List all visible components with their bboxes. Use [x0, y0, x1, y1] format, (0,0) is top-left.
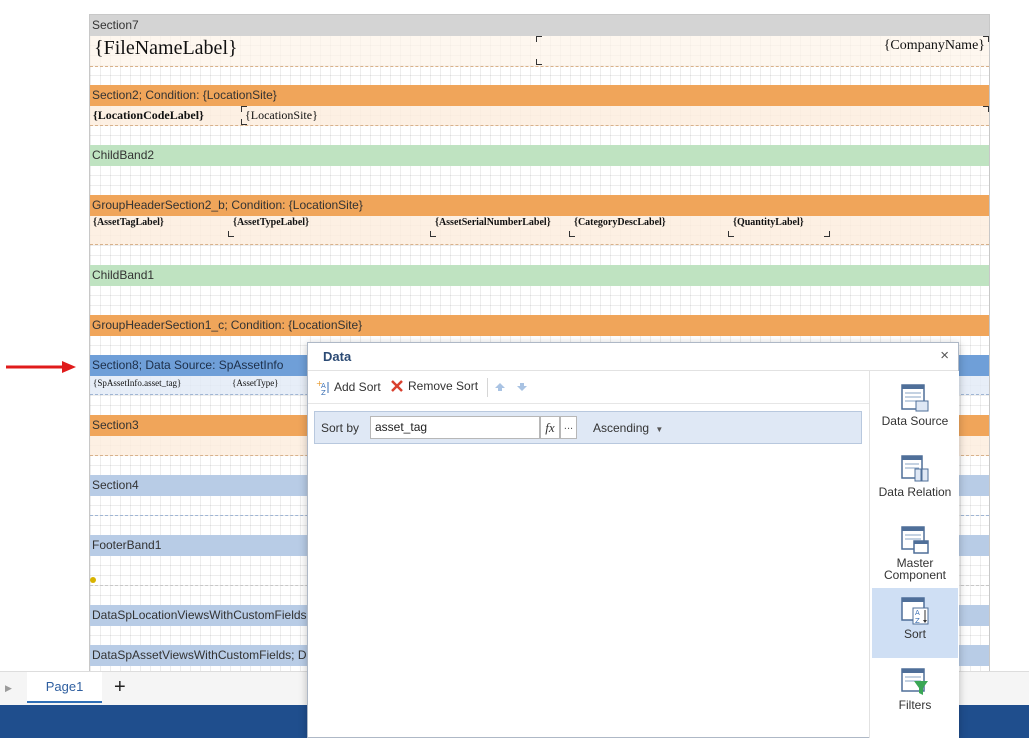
filters-icon [901, 668, 928, 695]
dialog-title: Data [323, 349, 352, 364]
svg-text:Z: Z [321, 389, 326, 395]
add-page-button[interactable]: + [114, 675, 126, 699]
section7-content[interactable]: {FileNameLabel} {CompanyName} [90, 36, 989, 67]
selection-tick [983, 36, 989, 42]
side-item-label: Filters [898, 698, 932, 712]
asset-type-label-field[interactable]: {AssetTypeLabel} [233, 217, 309, 228]
svg-text:A: A [915, 609, 920, 617]
selection-tick [728, 231, 734, 237]
sp-asset-tag-field[interactable]: {SpAssetInfo.asset_tag} [93, 378, 181, 388]
expression-button[interactable]: fx [540, 416, 560, 439]
sort-icon: A Z [901, 597, 929, 625]
category-desc-label-field[interactable]: {CategoryDescLabel} [574, 217, 666, 228]
sort-toolbar: + A Z Add Sort Remove Sort [308, 371, 869, 404]
sort-order-dropdown[interactable]: Ascending ▼ [593, 421, 663, 435]
selection-tick [430, 231, 436, 237]
selection-tick [536, 36, 542, 42]
close-icon[interactable]: × [940, 347, 949, 364]
sort-row: Sort by asset_tag fx ... Ascending ▼ [314, 411, 862, 444]
band-section7[interactable]: Section7 [90, 15, 989, 36]
side-item-label: Sort [903, 627, 926, 641]
add-sort-label: Add Sort [334, 380, 381, 394]
selection-tick [241, 106, 247, 112]
svg-text:Z: Z [915, 617, 920, 625]
selection-tick [569, 231, 575, 237]
master-component-icon [901, 526, 929, 554]
side-item-data-relation[interactable]: Data Relation [872, 446, 958, 516]
location-site-field[interactable]: {LocationSite} [245, 108, 318, 123]
tab-scroll-icon[interactable]: ▶ [5, 683, 12, 694]
tab-page1[interactable]: Page1 [27, 672, 102, 703]
band-groupheader1c[interactable]: GroupHeaderSection1_c; Condition: {Locat… [90, 315, 989, 336]
toolbar-divider [487, 378, 488, 397]
chevron-down-icon: ▼ [655, 425, 664, 434]
selection-tick [983, 106, 989, 112]
asset-tag-label-field[interactable]: {AssetTagLabel} [93, 217, 164, 228]
move-down-icon[interactable] [516, 382, 528, 392]
remove-icon [391, 380, 403, 392]
selection-tick [824, 231, 830, 237]
company-name-field[interactable]: {CompanyName} [884, 38, 985, 54]
selection-tick [536, 59, 542, 65]
remove-sort-button[interactable]: Remove Sort [390, 379, 478, 393]
sort-field-input[interactable]: asset_tag [370, 416, 540, 439]
side-item-label: Data Relation [878, 485, 952, 499]
dialog-header: Data × [308, 343, 958, 371]
dialog-side-panel: Data Source Data Relation Master Compone… [869, 371, 959, 738]
band-childband2[interactable]: ChildBand2 [90, 145, 989, 166]
add-sort-button[interactable]: + A Z Add Sort [316, 379, 381, 395]
add-sort-icon: + A Z [316, 379, 329, 395]
browse-button[interactable]: ... [560, 416, 577, 439]
side-item-filters[interactable]: Filters [872, 659, 958, 729]
side-item-sort[interactable]: A Z Sort [872, 588, 958, 658]
sp-asset-type-field[interactable]: {AssetType} [232, 378, 279, 388]
sort-order-label: Ascending [593, 421, 650, 435]
filename-field[interactable]: {FileNameLabel} [94, 37, 238, 60]
annotation-arrow-icon [6, 361, 76, 373]
band-childband1[interactable]: ChildBand1 [90, 265, 989, 286]
side-item-data-source[interactable]: Data Source [872, 375, 958, 445]
band-section2[interactable]: Section2; Condition: {LocationSite} [90, 85, 989, 106]
sort-by-label: Sort by [321, 421, 360, 435]
groupheader2b-content[interactable]: {AssetTagLabel} {AssetTypeLabel} {AssetS… [90, 216, 989, 245]
anchor-dot [90, 577, 96, 583]
data-dialog: Data × + A Z Add Sort Remove Sort Sort b… [307, 342, 959, 738]
remove-sort-label: Remove Sort [408, 379, 479, 393]
move-up-icon[interactable] [494, 382, 506, 392]
side-item-label: Data Source [881, 414, 949, 428]
section2-content[interactable]: {LocationCodeLabel} {LocationSite} [90, 106, 989, 126]
selection-tick [228, 231, 234, 237]
side-item-master-component[interactable]: Master Component [872, 517, 958, 587]
quantity-label-field[interactable]: {QuantityLabel} [733, 217, 804, 228]
asset-serial-label-field[interactable]: {AssetSerialNumberLabel} [435, 217, 551, 228]
location-code-field[interactable]: {LocationCodeLabel} [93, 108, 204, 123]
data-relation-icon [901, 455, 929, 482]
data-source-icon [901, 384, 929, 412]
side-item-label: Master Component [883, 556, 947, 582]
selection-tick [241, 119, 247, 125]
band-groupheader2b[interactable]: GroupHeaderSection2_b; Condition: {Locat… [90, 195, 989, 216]
